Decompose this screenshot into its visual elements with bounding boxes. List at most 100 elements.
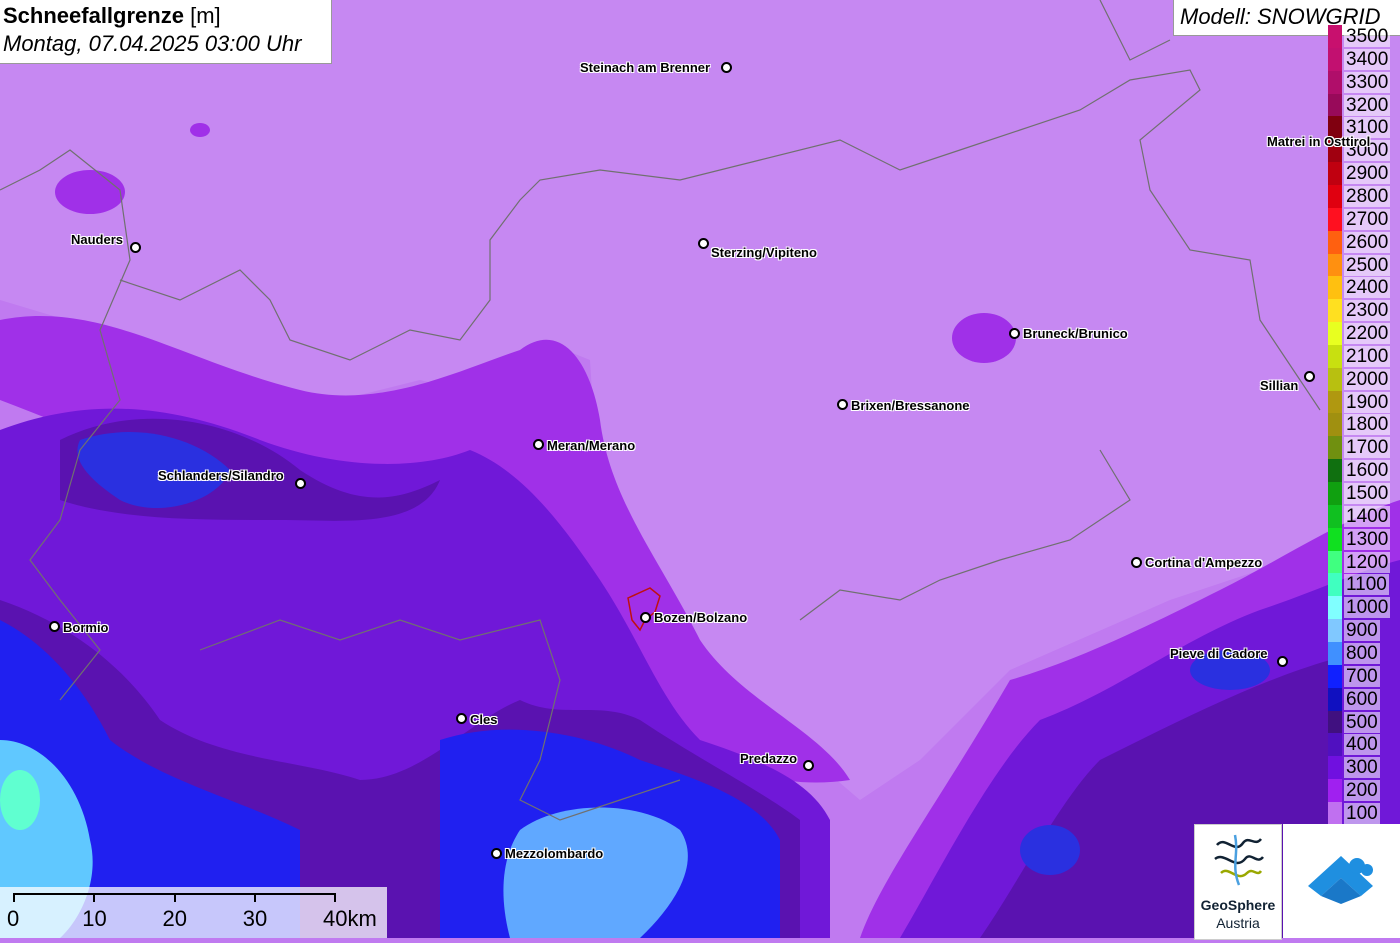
title-unit: [m] [190, 3, 221, 28]
legend-label: 2700 [1344, 208, 1391, 230]
legend-label: 1900 [1344, 391, 1391, 413]
scale-tick [334, 893, 336, 902]
city-label: Sterzing/Vipiteno [711, 245, 817, 260]
city-marker [533, 439, 544, 450]
legend-label: 1600 [1344, 460, 1391, 482]
legend-label: 2200 [1344, 323, 1391, 345]
legend-swatch [1328, 322, 1342, 346]
legend-label: 3500 [1344, 26, 1391, 47]
legend-row: 1800 [1328, 413, 1400, 437]
legend-label: 200 [1344, 780, 1380, 802]
legend-swatch [1328, 25, 1342, 48]
legend-label: 1300 [1344, 528, 1391, 550]
city-marker [1304, 371, 1315, 382]
legend-label: 3400 [1344, 48, 1391, 70]
partner-logo[interactable] [1283, 824, 1400, 938]
legend-row: 2500 [1328, 253, 1400, 277]
legend-label: 900 [1344, 620, 1380, 642]
legend-row: 1600 [1328, 459, 1400, 483]
scale-tick [13, 893, 15, 902]
legend-swatch [1328, 276, 1342, 300]
legend-swatch [1328, 184, 1342, 208]
legend-label: 2300 [1344, 300, 1391, 322]
legend-swatch [1328, 619, 1342, 643]
scale-label: 0 [7, 906, 20, 931]
legend-label: 1100 [1344, 574, 1389, 596]
scale-tick [253, 893, 256, 902]
legend-row: 100 [1328, 801, 1400, 825]
legend-label: 2100 [1344, 345, 1391, 367]
city-marker [130, 242, 141, 253]
legend-row: 1000 [1328, 596, 1400, 620]
city-marker [803, 760, 814, 771]
legend-row: 600 [1328, 687, 1400, 711]
geosphere-logo[interactable]: GeoSphere Austria [1194, 824, 1282, 940]
legend-label: 2000 [1344, 368, 1391, 390]
city-label: Pieve di Cadore [1170, 646, 1268, 661]
legend-row: 1300 [1328, 527, 1400, 551]
legend-label: 2900 [1344, 163, 1391, 185]
city-label: Mezzolombardo [505, 846, 604, 861]
legend-swatch [1328, 162, 1342, 186]
legend-swatch [1328, 801, 1342, 825]
legend-label: 500 [1344, 711, 1380, 733]
legend-row: 700 [1328, 664, 1400, 688]
legend-row: 1500 [1328, 482, 1400, 505]
legend-swatch [1328, 207, 1342, 231]
legend-swatch [1328, 47, 1342, 71]
legend-row: 200 [1328, 779, 1400, 803]
city-marker [295, 478, 306, 489]
city-label: Cortina d'Ampezzo [1145, 555, 1263, 570]
legend-swatch [1328, 664, 1342, 688]
legend-row: 2700 [1328, 207, 1400, 231]
legend-label: 1800 [1344, 414, 1391, 436]
city-label: Bruneck/Brunico [1023, 326, 1128, 341]
legend-label: 1700 [1344, 437, 1391, 459]
city-label: Steinach am Brenner [580, 60, 711, 75]
city-label: Predazzo [740, 751, 798, 766]
legend-label: 2400 [1344, 277, 1391, 299]
map-title: Schneefallgrenze [m] [3, 3, 221, 29]
city-label: Meran/Merano [547, 438, 636, 453]
legend-row: 400 [1328, 733, 1400, 757]
color-legend: 3500 3400 3300 3200 3100 3000 2900 2800 2700 2600… [1328, 25, 1400, 825]
legend-swatch [1328, 93, 1342, 117]
legend-swatch [1328, 413, 1342, 437]
scale-label: 10 [82, 906, 107, 931]
city-marker [1009, 328, 1020, 339]
legend-row: 1200 [1328, 550, 1400, 574]
legend-row: 2200 [1328, 322, 1400, 346]
legend-swatch [1328, 299, 1342, 323]
legend-label: 2600 [1344, 231, 1391, 253]
legend-swatch [1328, 710, 1342, 734]
legend-row: 1900 [1328, 390, 1400, 414]
magenta-patch [55, 170, 125, 214]
legend-label: 1000 [1344, 597, 1391, 619]
legend-row: 2000 [1328, 367, 1400, 391]
legend-row: 300 [1328, 756, 1400, 780]
legend-row: 3400 [1328, 47, 1400, 71]
city-label: Brixen/Bressanone [851, 398, 970, 413]
city-label: Bozen/Bolzano [654, 610, 748, 625]
legend-row: 900 [1328, 619, 1400, 643]
legend-swatch [1328, 459, 1342, 483]
legend-row: 3500 [1328, 25, 1400, 48]
city-marker [1277, 656, 1288, 667]
scale-label: 30 [242, 906, 268, 931]
legend-swatch [1328, 550, 1342, 574]
blue-patch [1020, 825, 1080, 875]
legend-row: 500 [1328, 710, 1400, 734]
city-marker [491, 848, 502, 859]
map-title-box: Schneefallgrenze [m] Montag, 07.04.2025 … [0, 0, 332, 64]
scale-label: 20 [162, 906, 187, 931]
legend-swatch [1328, 527, 1342, 551]
legend-label: 600 [1344, 688, 1380, 710]
city-label: Sillian [1260, 378, 1299, 393]
legend-swatch [1328, 779, 1342, 803]
legend-row: 1400 [1328, 504, 1400, 528]
geosphere-icon [1214, 834, 1264, 886]
city-label: Nauders [71, 232, 124, 247]
legend-row: 2400 [1328, 276, 1400, 300]
legend-swatch [1328, 344, 1342, 368]
legend-swatch [1328, 390, 1342, 414]
